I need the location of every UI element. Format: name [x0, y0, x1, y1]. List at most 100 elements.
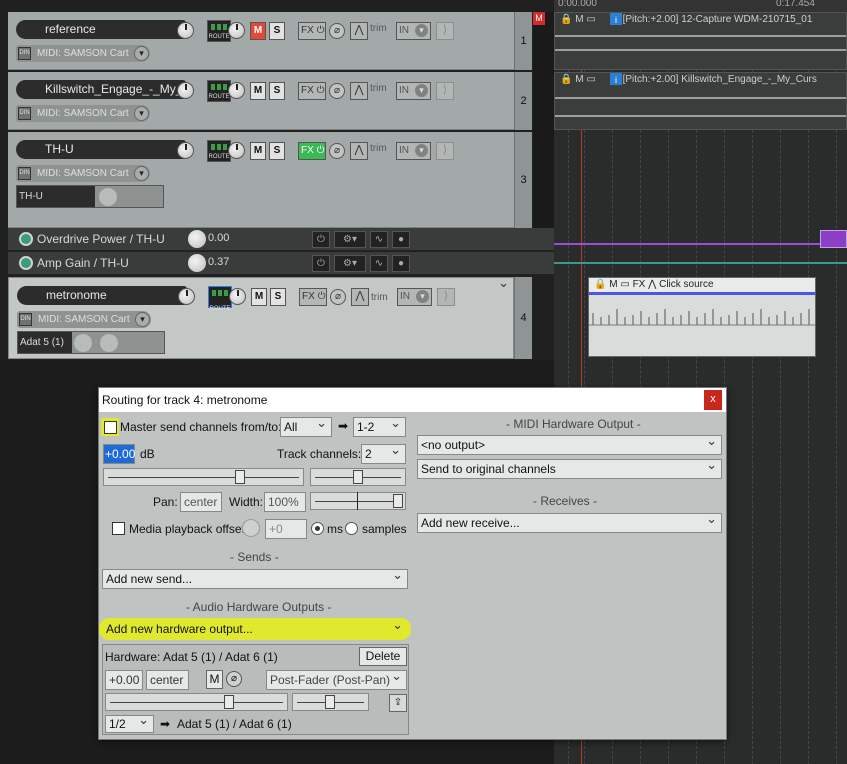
delete-button[interactable]: Delete: [359, 647, 407, 666]
midi-channels-select[interactable]: Send to original channels: [417, 459, 722, 479]
envelope-shape-icon[interactable]: ∿: [370, 231, 388, 248]
track-number[interactable]: 1: [514, 12, 532, 70]
envelope-active-icon[interactable]: [19, 256, 33, 270]
link-icon[interactable]: ⇪: [389, 694, 407, 712]
hw-mute-button[interactable]: M: [206, 670, 223, 689]
track-name[interactable]: Killswitch_Engage_-_My_: [16, 80, 186, 99]
midi-output-select[interactable]: <no output>: [417, 435, 722, 455]
track-name[interactable]: reference: [16, 20, 186, 39]
volume-knob[interactable]: [178, 288, 195, 305]
input-button[interactable]: IN: [396, 22, 431, 40]
pan-slider[interactable]: [310, 468, 406, 486]
hw-pan-slider[interactable]: [292, 693, 369, 711]
track-name[interactable]: TH-U: [16, 140, 186, 159]
fx-button[interactable]: FX ⏻: [298, 82, 326, 100]
pan-knob[interactable]: [229, 288, 246, 305]
input-monitor-icon[interactable]: ⟩: [436, 22, 454, 40]
hw-volume-input[interactable]: +0.00: [105, 670, 143, 690]
input-button[interactable]: IN: [396, 142, 431, 160]
pan-knob[interactable]: [228, 142, 245, 159]
mute-button[interactable]: M: [251, 288, 267, 306]
fx-parameter-knob[interactable]: [74, 334, 92, 352]
track-number[interactable]: 3: [514, 132, 532, 228]
mute-button[interactable]: M: [250, 82, 266, 100]
volume-input[interactable]: +0.00: [103, 444, 135, 464]
ms-radio[interactable]: [311, 522, 324, 535]
media-item[interactable]: 🔒 M ▭ i [Pitch:+2.00] 12-Capture WDM-2107…: [554, 12, 847, 70]
input-monitor-icon[interactable]: ⟩: [436, 82, 454, 100]
fx-parameter-knob[interactable]: [100, 334, 118, 352]
record-marker[interactable]: M: [533, 12, 545, 25]
volume-knob[interactable]: [177, 82, 194, 99]
envelope-active-icon[interactable]: [19, 232, 33, 246]
envelope-lane[interactable]: Amp Gain / TH-U 0.37 ⏻ ⚙▾ ∿ ●: [8, 252, 554, 275]
master-from-select[interactable]: All: [280, 417, 332, 437]
hw-channels-select[interactable]: 1/2: [105, 715, 154, 733]
envelope-bypass-icon[interactable]: ⏻: [312, 255, 330, 272]
pan-input[interactable]: center: [180, 492, 222, 512]
fx-button[interactable]: FX ⏻: [298, 142, 326, 160]
midi-input-selector[interactable]: DIN MIDI: SAMSON Cart ▾: [16, 105, 150, 122]
volume-slider[interactable]: [103, 468, 304, 486]
add-send-select[interactable]: Add new send...: [102, 569, 408, 589]
add-hw-output-select[interactable]: Add new hardware output...: [102, 619, 408, 639]
volume-knob[interactable]: [177, 142, 194, 159]
track-2-panel[interactable]: Killswitch_Engage_-_My_ ROUTE M S FX ⏻ ⌀…: [8, 72, 514, 130]
track-3-panel[interactable]: TH-U ROUTE M S FX ⏻ ⌀ ⋀ trim IN ⟩ DINMID…: [8, 132, 514, 228]
automation-mode-label[interactable]: trim: [370, 23, 387, 34]
envelope-value-knob[interactable]: [188, 254, 206, 272]
phase-icon[interactable]: ⌀: [329, 23, 345, 39]
master-to-select[interactable]: 1-2: [353, 417, 406, 437]
timeline-ruler[interactable]: 0:00.000 0:17.454: [554, 0, 847, 12]
automation-mode-label[interactable]: trim: [370, 83, 387, 94]
envelope-line[interactable]: [554, 243, 847, 245]
envelope-icon[interactable]: ⋀: [350, 142, 368, 160]
envelope-icon[interactable]: ⋀: [350, 82, 368, 100]
width-input[interactable]: 100%: [264, 492, 306, 512]
phase-icon[interactable]: ⌀: [329, 143, 345, 159]
media-offset-checkbox[interactable]: [112, 522, 125, 535]
media-item[interactable]: 🔒 M ▭ i [Pitch:+2.00] Killswitch_Engage_-…: [554, 72, 847, 130]
mute-button[interactable]: M: [250, 142, 266, 160]
envelope-bypass-icon[interactable]: ⏻: [312, 231, 330, 248]
pan-knob[interactable]: [228, 82, 245, 99]
track-4-panel[interactable]: metronome ROUTE M S FX ⏻ ⌀ ⋀ trim IN ⟩ D…: [8, 277, 514, 359]
close-button[interactable]: x: [704, 390, 722, 410]
envelope-arm-icon[interactable]: ●: [392, 255, 410, 272]
midi-input-selector[interactable]: DIN MIDI: SAMSON Cart ▾: [17, 311, 151, 328]
envelope-icon[interactable]: ⋀: [350, 22, 368, 40]
input-monitor-icon[interactable]: ⟩: [437, 288, 455, 306]
track-name[interactable]: metronome: [17, 286, 187, 305]
envelope-arm-icon[interactable]: ●: [392, 231, 410, 248]
envelope-lane[interactable]: Overdrive Power / TH-U 0.00 ⏻ ⚙▾ ∿ ●: [8, 228, 554, 251]
solo-button[interactable]: S: [269, 142, 285, 160]
track-number[interactable]: 4: [514, 277, 532, 359]
master-send-checkbox[interactable]: [104, 421, 117, 434]
phase-icon[interactable]: ⌀: [330, 289, 346, 305]
hw-volume-slider[interactable]: [105, 693, 288, 711]
solo-button[interactable]: S: [269, 82, 285, 100]
vertical-scrollbar[interactable]: [533, 12, 554, 228]
envelope-value-knob[interactable]: [188, 230, 206, 248]
phase-icon[interactable]: ⌀: [329, 83, 345, 99]
media-offset-input[interactable]: +0: [265, 519, 307, 539]
fx-parameter-slot[interactable]: Adat 5 (1): [17, 331, 165, 354]
solo-button[interactable]: S: [269, 22, 285, 40]
width-slider[interactable]: [310, 492, 406, 510]
automation-item[interactable]: [820, 230, 847, 248]
fx-parameter-slot[interactable]: TH-U: [16, 185, 164, 208]
fx-parameter-knob[interactable]: [99, 188, 117, 206]
midi-input-selector[interactable]: DIN MIDI: SAMSON Cart ▾: [16, 45, 150, 62]
input-monitor-icon[interactable]: ⟩: [436, 142, 454, 160]
fx-button[interactable]: FX ⏻: [298, 22, 326, 40]
envelope-icon[interactable]: ⋀: [351, 288, 369, 306]
fx-button[interactable]: FX ⏻: [299, 288, 327, 306]
envelope-shape-icon[interactable]: ∿: [370, 255, 388, 272]
track-number[interactable]: 2: [514, 72, 532, 130]
media-offset-knob[interactable]: [242, 519, 260, 537]
envelope-line[interactable]: [554, 262, 847, 264]
pan-knob[interactable]: [228, 22, 245, 39]
envelope-settings-icon[interactable]: ⚙▾: [334, 255, 366, 272]
automation-mode-label[interactable]: trim: [370, 143, 387, 154]
samples-radio[interactable]: [345, 522, 358, 535]
